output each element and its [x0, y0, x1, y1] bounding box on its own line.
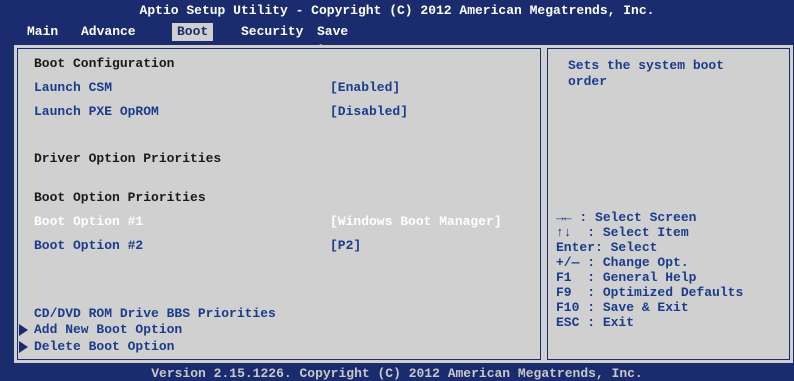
driver-option-priorities-heading: Driver Option Priorities — [34, 151, 222, 166]
key-legend: →← : Select Screen ↑↓ : Select Item Ente… — [556, 210, 743, 330]
menu-boot[interactable]: Boot — [172, 23, 214, 41]
launch-csm-value[interactable]: [Enabled] — [330, 80, 400, 96]
key-name: →← — [556, 210, 572, 225]
key-description: : Exit — [587, 315, 635, 330]
key-legend-row: →← : Select Screen — [556, 210, 743, 225]
title-bar: Aptio Setup Utility - Copyright (C) 2012… — [0, 0, 794, 75]
menu-save-exit[interactable]: Save & Exit — [312, 23, 353, 75]
help-panel: Sets the system boot order →← : Select S… — [544, 45, 793, 363]
key-description: : Change Opt. — [587, 255, 689, 270]
key-description: : Select Screen — [579, 210, 697, 225]
key-description: : Optimized Defaults — [587, 285, 744, 300]
menu-security[interactable]: Security — [236, 23, 308, 41]
key-description: : Select Item — [587, 225, 689, 240]
launch-pxe-oprom-label[interactable]: Launch PXE OpROM — [34, 104, 159, 120]
menu-advance[interactable]: Advance — [76, 23, 141, 41]
menu-main[interactable]: Main — [22, 23, 63, 41]
boot-option-2-label[interactable]: Boot Option #2 — [34, 238, 143, 254]
boot-option-2-value[interactable]: [P2] — [330, 238, 361, 254]
title-text: Aptio Setup Utility - Copyright (C) 2012… — [139, 3, 655, 18]
key-legend-row: F10 : Save & Exit — [556, 300, 743, 315]
help-description: Sets the system boot order — [568, 58, 725, 89]
boot-option-1-value[interactable]: [Windows Boot Manager] — [330, 214, 502, 230]
cd-dvd-rom-bbs-priorities[interactable]: CD/DVD ROM Drive BBS Priorities — [34, 306, 276, 322]
key-legend-row: F9 : Optimized Defaults — [556, 285, 743, 300]
key-name: F1 — [556, 270, 572, 285]
key-name: F9 — [556, 285, 572, 300]
boot-configuration-heading: Boot Configuration — [34, 56, 175, 71]
boot-option-1-label[interactable]: Boot Option #1 — [34, 214, 143, 230]
key-name: +/— — [556, 255, 580, 270]
launch-csm-label[interactable]: Launch CSM — [34, 80, 112, 96]
delete-boot-option[interactable]: Delete Boot Option — [34, 339, 174, 355]
key-description: : Save & Exit — [587, 300, 689, 315]
key-name: ESC — [556, 315, 580, 330]
key-name: ↑↓ — [556, 225, 572, 240]
boot-options-panel: Boot Configuration Launch CSM [Enabled] … — [14, 45, 544, 363]
key-legend-row: ↑↓ : Select Item — [556, 225, 743, 240]
bios-setup-screen: Aptio Setup Utility - Copyright (C) 2012… — [0, 0, 794, 381]
version-footer: Version 2.15.1226. Copyright (C) 2012 Am… — [151, 366, 643, 381]
key-legend-row: Enter: Select — [556, 240, 743, 255]
key-legend-row: ESC : Exit — [556, 315, 743, 330]
key-description: Select — [610, 240, 658, 255]
key-name: F10 — [556, 300, 580, 315]
boot-option-priorities-heading: Boot Option Priorities — [34, 190, 206, 205]
key-description: : General Help — [587, 270, 697, 285]
key-name: Enter: — [556, 240, 603, 255]
key-legend-row: +/— : Change Opt. — [556, 255, 743, 270]
key-legend-row: F1 : General Help — [556, 270, 743, 285]
add-new-boot-option[interactable]: Add New Boot Option — [34, 322, 182, 338]
launch-pxe-oprom-value[interactable]: [Disabled] — [330, 104, 408, 120]
submenu-arrow-icon — [19, 324, 28, 336]
submenu-arrow-icon — [19, 341, 28, 353]
